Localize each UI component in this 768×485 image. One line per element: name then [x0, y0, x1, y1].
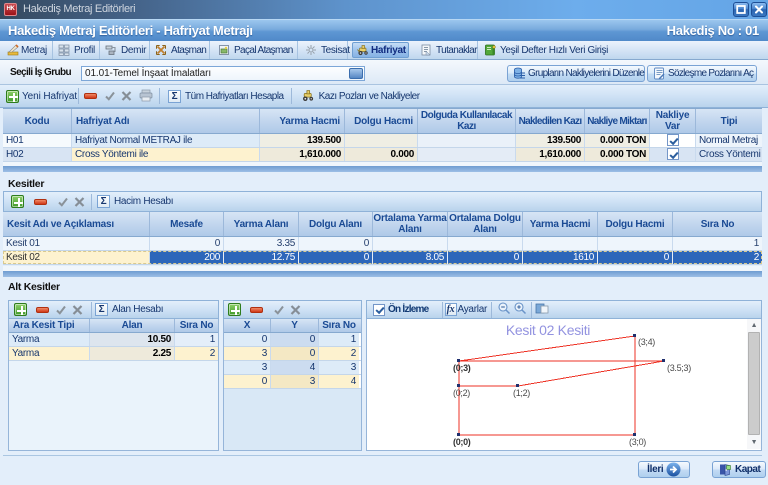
svg-text:(3;4): (3;4)	[638, 337, 655, 347]
svg-text:(0;3): (0;3)	[453, 363, 471, 373]
svg-text:(0;2): (0;2)	[453, 388, 470, 398]
svg-text:(3;0): (3;0)	[629, 437, 646, 447]
svg-text:(1;2): (1;2)	[513, 388, 530, 398]
svg-text:(3.5;3): (3.5;3)	[667, 363, 691, 373]
svg-text:(0;0): (0;0)	[453, 437, 471, 447]
